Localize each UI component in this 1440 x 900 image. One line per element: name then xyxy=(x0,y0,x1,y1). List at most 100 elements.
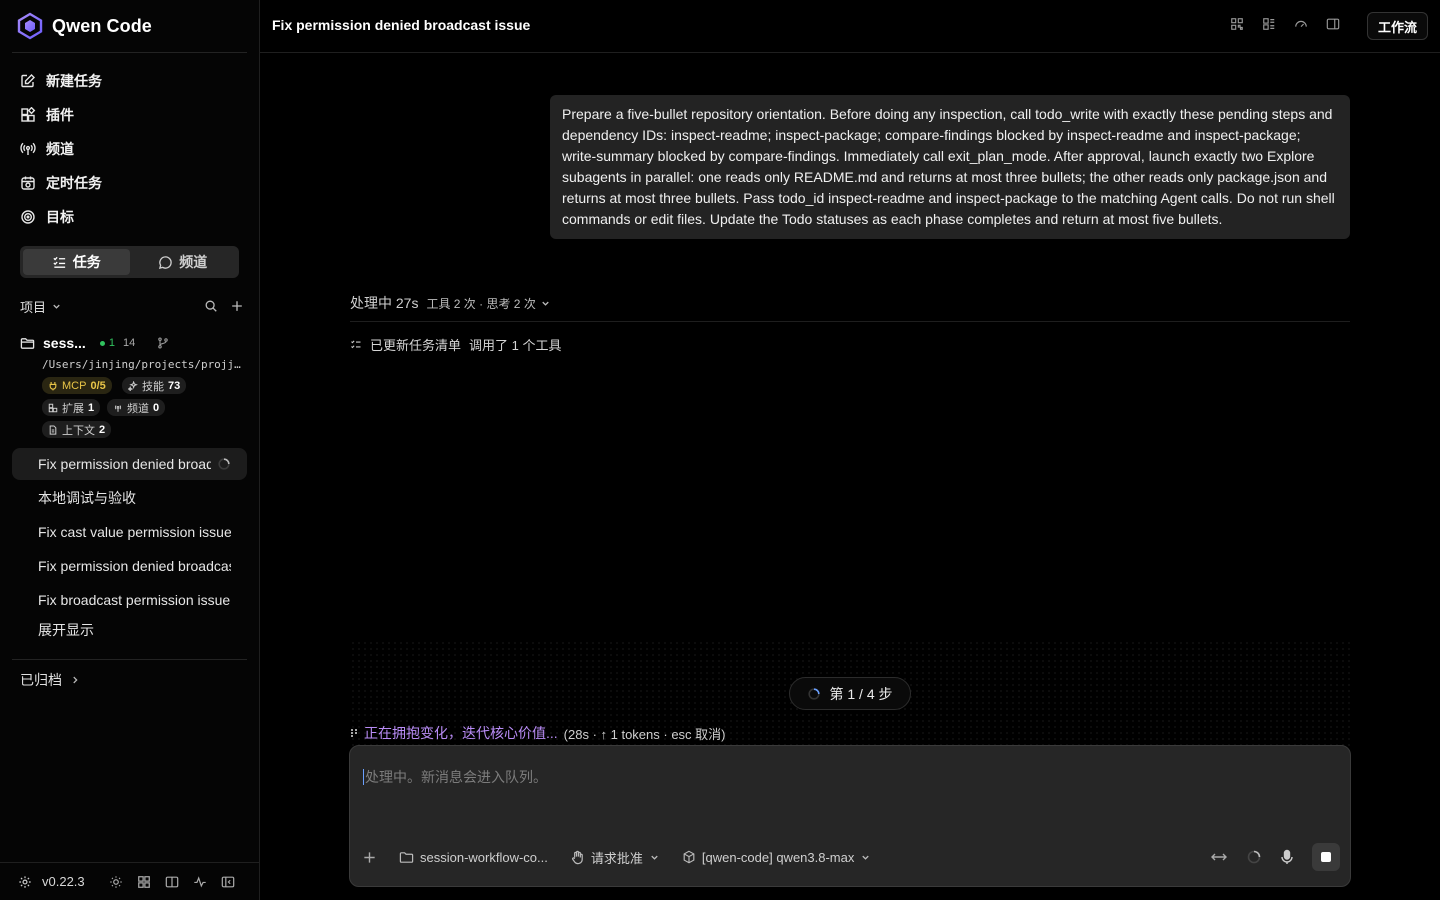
folder-icon xyxy=(399,850,414,865)
add-attachment-icon[interactable] xyxy=(362,850,377,865)
nav-label: 定时任务 xyxy=(46,175,102,191)
chevron-down-icon[interactable] xyxy=(51,301,62,312)
plugin-icon xyxy=(20,107,36,123)
todo-update-row[interactable]: 已更新任务清单 调用了 1 个工具 xyxy=(350,335,561,354)
loading-spinner-icon xyxy=(1246,849,1262,865)
chat-icon xyxy=(158,255,173,270)
sun-icon[interactable] xyxy=(109,875,123,889)
composer-input[interactable]: 处理中。新消息会进入队列。 xyxy=(363,767,547,787)
skills-chip[interactable]: 技能 73 xyxy=(122,377,187,394)
todo-tools-label: 调用了 1 个工具 xyxy=(469,338,562,353)
segment-label: 任务 xyxy=(72,254,101,270)
microphone-icon[interactable] xyxy=(1280,849,1294,865)
chip-value: 1 xyxy=(88,401,95,414)
view-segmented-control: 任务 频道 xyxy=(20,246,239,278)
thinking-text: 正在拥抱变化，迭代核心价值... xyxy=(364,725,558,741)
sidebar-footer: v0.22.3 xyxy=(0,862,259,900)
page-title: Fix permission denied broadcast issue xyxy=(272,17,531,33)
session-item[interactable]: Fix permission denied broadcast issue xyxy=(12,448,247,480)
expand-label: 展开显示 xyxy=(38,622,94,638)
extensions-chip[interactable]: 扩展 1 xyxy=(42,399,101,416)
project-path: /Users/jinjing/projects/projj/… xyxy=(42,358,242,371)
segment-channels[interactable]: 频道 xyxy=(130,249,237,275)
segment-tasks[interactable]: 任务 xyxy=(23,249,130,275)
project-stat-green: 1 xyxy=(108,337,115,349)
approval-mode-dropdown[interactable]: 请求批准 xyxy=(570,848,660,867)
plugin-icon xyxy=(48,403,58,413)
chip-value: 2 xyxy=(99,423,106,436)
session-item[interactable]: 本地调试与验收 xyxy=(12,482,247,514)
expand-width-icon[interactable] xyxy=(1210,850,1228,864)
project-name: sess... xyxy=(43,335,86,351)
session-item[interactable]: Fix permission denied broadcast issue xyxy=(12,550,247,582)
processing-meta: 工具 2 次 · 思考 2 次 xyxy=(426,295,550,312)
chevron-down-icon xyxy=(860,852,871,863)
branch-icon xyxy=(157,337,169,349)
mcp-chip[interactable]: MCP 0/5 xyxy=(42,377,112,394)
chip-label: 扩展 xyxy=(62,402,84,415)
document-icon xyxy=(48,424,58,435)
session-item[interactable]: Fix broadcast permission issue xyxy=(12,584,247,616)
thinking-meta: (28s · ↑ 1 tokens · esc 取消) xyxy=(563,726,726,742)
stop-button[interactable] xyxy=(1312,843,1340,871)
project-stats: 1 14 xyxy=(99,337,136,349)
panel-right-icon[interactable] xyxy=(1326,17,1340,31)
session-title: Fix cast value permission issue xyxy=(38,524,231,540)
nav-label: 插件 xyxy=(46,107,74,123)
sidebar: Qwen Code 新建任务 插件 频道 定时任务 目标 任务 频道 项目 se… xyxy=(0,0,260,900)
brand[interactable]: Qwen Code xyxy=(16,12,152,40)
divider xyxy=(350,321,1350,322)
session-item[interactable]: Fix cast value permission issue xyxy=(12,516,247,548)
nav-plugins[interactable]: 插件 xyxy=(12,100,247,130)
nav-new-task[interactable]: 新建任务 xyxy=(12,66,247,96)
folder-selector[interactable]: session-workflow-co... xyxy=(399,850,548,865)
message-composer[interactable]: 处理中。新消息会进入队列。 session-workflow-co... 请求批… xyxy=(349,745,1351,887)
chip-label: MCP xyxy=(62,379,87,392)
top-bar: Fix permission denied broadcast issue 工作… xyxy=(260,0,1440,53)
archived-section[interactable]: 已归档 xyxy=(20,670,80,690)
nav-scheduled[interactable]: 定时任务 xyxy=(12,168,247,198)
version-label: v0.22.3 xyxy=(42,874,85,889)
activity-icon[interactable] xyxy=(193,875,207,889)
composer-placeholder: 处理中。新消息会进入队列。 xyxy=(365,769,547,785)
approval-mode-label: 请求批准 xyxy=(590,850,643,866)
grid-icon[interactable] xyxy=(137,875,151,889)
chip-value: 73 xyxy=(168,379,181,392)
app-name: Qwen Code xyxy=(52,15,152,36)
chevron-down-icon xyxy=(540,298,551,309)
archived-label: 已归档 xyxy=(20,672,62,688)
workflow-button[interactable]: 工作流 xyxy=(1366,12,1428,40)
stop-icon xyxy=(1321,852,1331,862)
sparkle-icon xyxy=(128,380,138,391)
nav-goals[interactable]: 目标 xyxy=(12,202,247,232)
session-title: Fix permission denied broadcast issue xyxy=(38,456,211,472)
divider xyxy=(12,659,247,660)
channels-chip[interactable]: 频道 0 xyxy=(107,399,166,416)
edit-icon xyxy=(20,73,36,89)
qr-code-icon[interactable] xyxy=(1230,17,1244,31)
expand-sessions-link[interactable]: 展开显示 xyxy=(12,614,247,646)
project-stat-count: 14 xyxy=(122,337,136,349)
chip-label: 技能 xyxy=(142,380,164,393)
project-row[interactable]: sess... 1 14 xyxy=(20,332,244,354)
add-icon[interactable] xyxy=(230,299,244,313)
session-title: Fix broadcast permission issue xyxy=(38,592,231,608)
nav-label: 目标 xyxy=(46,209,74,225)
search-icon[interactable] xyxy=(204,299,218,313)
nav-channels[interactable]: 频道 xyxy=(12,134,247,164)
gear-icon[interactable] xyxy=(18,875,32,889)
split-view-icon[interactable] xyxy=(165,875,179,889)
projects-label[interactable]: 项目 xyxy=(20,297,46,316)
chevron-right-icon xyxy=(70,675,80,685)
step-indicator: 第 1 / 4 步 xyxy=(789,677,911,710)
collapse-sidebar-icon[interactable] xyxy=(221,875,235,889)
cube-icon xyxy=(682,850,696,864)
context-chip[interactable]: 上下文 2 xyxy=(42,421,112,438)
broadcast-icon xyxy=(113,403,123,413)
folder-icon xyxy=(20,336,35,351)
processing-status[interactable]: 处理中 27s 工具 2 次 · 思考 2 次 xyxy=(350,293,551,313)
layout-list-icon[interactable] xyxy=(1262,17,1276,31)
model-dropdown[interactable]: [qwen-code] qwen3.8-max xyxy=(682,850,871,865)
user-message: Prepare a five-bullet repository orienta… xyxy=(550,95,1350,239)
gauge-icon[interactable] xyxy=(1294,17,1308,31)
